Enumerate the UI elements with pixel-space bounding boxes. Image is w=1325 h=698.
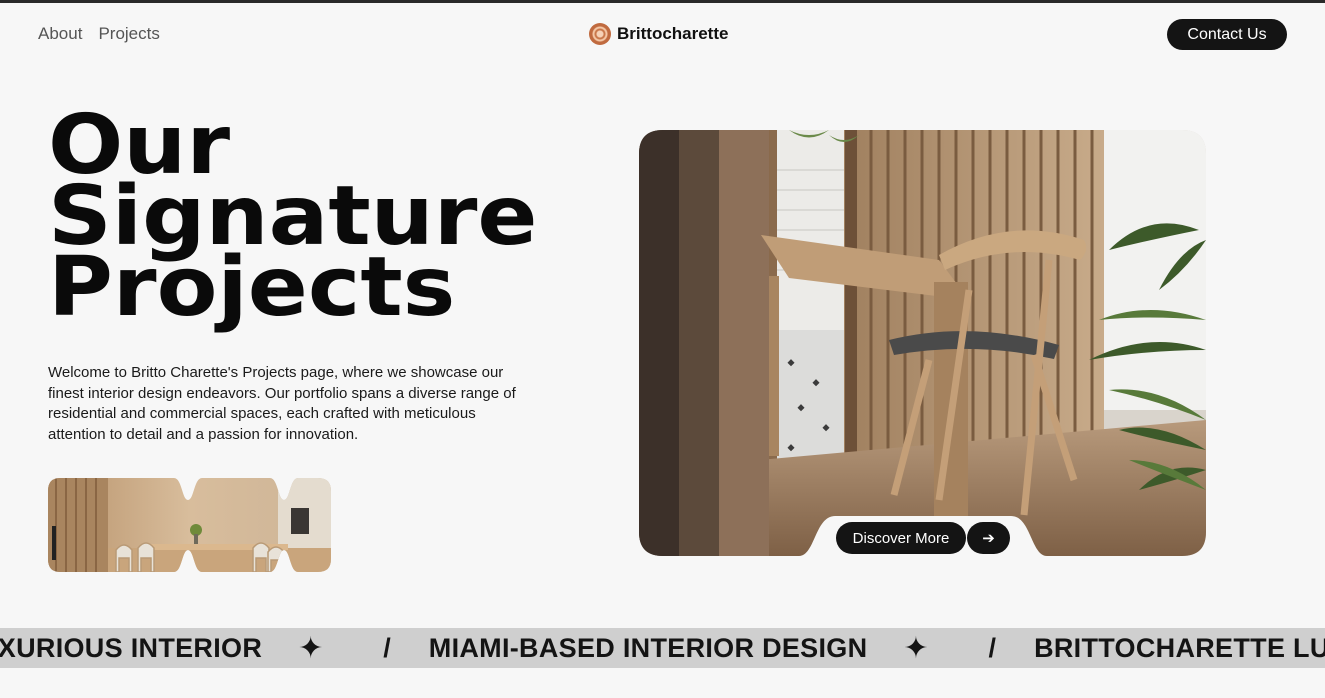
brand-logo-icon [589, 23, 611, 45]
marquee-separator: / [383, 632, 391, 663]
star-icon: ✦ [298, 630, 324, 666]
page-title: Our Signature Projects [48, 105, 631, 335]
arrow-right-icon[interactable]: ➔ [967, 522, 1010, 554]
nav-link-projects[interactable]: Projects [98, 24, 159, 44]
marquee-track: UXURIOUS INTERIOR ✦ / MIAMI-BASED INTERI… [0, 628, 1325, 668]
marquee-item: MIAMI-BASED INTERIOR DESIGN [428, 632, 868, 663]
star-icon: ✦ [903, 630, 929, 666]
title-line-3: Projects [48, 240, 456, 335]
main-nav: About Projects [38, 24, 160, 44]
thumbnail-image [48, 478, 331, 572]
nav-link-about[interactable]: About [38, 24, 82, 44]
brand[interactable]: Brittocharette [589, 23, 728, 45]
brand-name: Brittocharette [617, 24, 729, 43]
discover-more-button[interactable]: Discover More [836, 522, 966, 554]
marquee-item: UXURIOUS INTERIOR [0, 632, 263, 663]
contact-button[interactable]: Contact Us [1167, 19, 1287, 50]
marquee-separator: / [988, 632, 997, 663]
hero-image [639, 130, 1206, 556]
thumbnail-gallery[interactable] [48, 478, 331, 572]
top-border [0, 0, 1325, 3]
hero-description: Welcome to Britto Charette's Projects pa… [48, 364, 516, 444]
marquee-item: BRITTOCHARETTE LUXURIOUS INTERIOR [1034, 632, 1325, 663]
marquee-banner: UXURIOUS INTERIOR ✦ / MIAMI-BASED INTERI… [0, 628, 1325, 668]
